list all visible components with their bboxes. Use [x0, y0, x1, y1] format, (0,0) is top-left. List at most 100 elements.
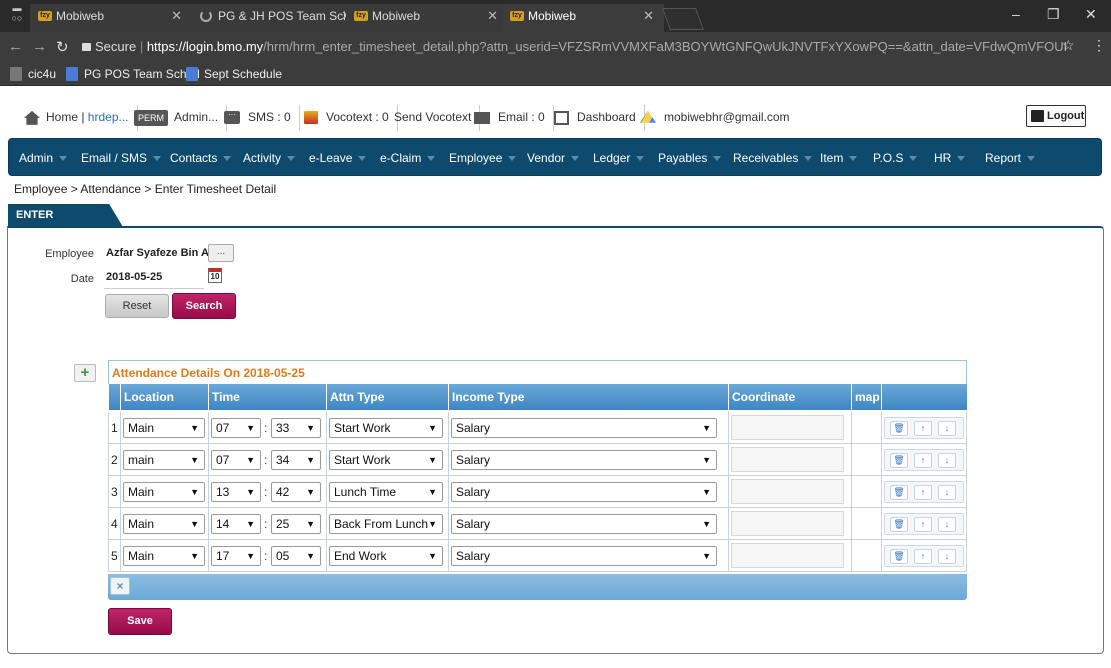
sms-link[interactable]: ··· SMS : 0 — [224, 100, 300, 134]
vocotext-link[interactable]: Vocotext : 0 — [304, 100, 398, 134]
save-button[interactable]: Save — [108, 608, 172, 635]
location-select[interactable]: Main ▼ — [123, 514, 205, 534]
nav-hr[interactable]: HR — [934, 139, 966, 177]
back-icon[interactable]: ← — [8, 38, 23, 55]
coordinate-field[interactable] — [731, 543, 844, 568]
move-down-icon[interactable]: ↓ — [938, 549, 956, 564]
close-icon[interactable]: ✕ — [487, 4, 498, 28]
nav-vendor[interactable]: Vendor — [527, 139, 580, 177]
nav-contacts[interactable]: Contacts — [170, 139, 232, 177]
calendar-icon[interactable]: 10 — [208, 268, 222, 283]
browser-menu-icon[interactable]: ⋮ — [1092, 37, 1106, 54]
browser-tab-1[interactable]: fzy Mobiweb ✕ — [30, 4, 192, 32]
nav-ledger[interactable]: Ledger — [593, 139, 645, 177]
minute-select[interactable]: 05 ▼ — [271, 546, 321, 566]
nav-payables[interactable]: Payables — [658, 139, 722, 177]
attn-type-select[interactable]: Start Work ▼ — [329, 450, 443, 470]
coordinate-field[interactable] — [731, 511, 844, 536]
hour-select[interactable]: 17 ▼ — [211, 546, 261, 566]
browser-tab-3[interactable]: fzy Mobiweb ✕ — [346, 4, 508, 32]
url-input[interactable]: Secure | https://login.bmo.my/hrm/hrm_en… — [82, 36, 1066, 58]
nav-pos[interactable]: P.O.S — [873, 139, 918, 177]
browser-tab-4[interactable]: fzy Mobiweb ✕ — [502, 4, 664, 32]
coordinate-field[interactable] — [731, 479, 844, 504]
move-down-icon[interactable]: ↓ — [938, 453, 956, 468]
move-down-icon[interactable]: ↓ — [938, 517, 956, 532]
move-up-icon[interactable]: ↑ — [914, 485, 932, 500]
restore-icon[interactable]: ❐ — [1047, 6, 1060, 23]
delete-icon[interactable]: 🗑 — [890, 517, 908, 532]
bookmark-pg-pos-team-sched[interactable]: PG POS Team Sched — [66, 66, 200, 82]
minute-select[interactable]: 42 ▼ — [271, 482, 321, 502]
column-header-actions — [881, 384, 967, 410]
location-select[interactable]: main ▼ — [123, 450, 205, 470]
add-row-button[interactable]: + — [74, 364, 96, 382]
move-down-icon[interactable]: ↓ — [938, 421, 956, 436]
move-down-icon[interactable]: ↓ — [938, 485, 956, 500]
move-up-icon[interactable]: ↑ — [914, 421, 932, 436]
coordinate-field[interactable] — [731, 415, 844, 440]
move-up-icon[interactable]: ↑ — [914, 517, 932, 532]
nav-report[interactable]: Report — [985, 139, 1036, 177]
nav-activity[interactable]: Activity — [243, 139, 296, 177]
delete-icon[interactable]: 🗑 — [890, 421, 908, 436]
hour-select[interactable]: 14 ▼ — [211, 514, 261, 534]
nav-e-leave[interactable]: e-Leave — [309, 139, 367, 177]
google-drive-account[interactable]: mobiwebhr@gmail.com — [640, 100, 790, 134]
reload-icon[interactable]: ↻ — [56, 38, 69, 56]
delete-icon[interactable]: 🗑 — [890, 485, 908, 500]
send-vocotext-link[interactable]: Send Vocotext — [394, 100, 481, 134]
current-user-link[interactable]: hrdep... — [88, 110, 129, 124]
coordinate-field[interactable] — [731, 447, 844, 472]
hour-select[interactable]: 13 ▼ — [211, 482, 261, 502]
nav-receivables[interactable]: Receivables — [733, 139, 813, 177]
delete-icon[interactable]: 🗑 — [890, 549, 908, 564]
bookmark-star-icon[interactable]: ☆ — [1062, 37, 1075, 54]
email-icon — [474, 111, 490, 124]
nav-admin[interactable]: Admin — [19, 139, 68, 177]
home-link[interactable]: Home | hrdep... — [24, 100, 138, 134]
date-input[interactable]: 2018-05-25 — [106, 271, 162, 283]
minute-select[interactable]: 33 ▼ — [271, 418, 321, 438]
window-close-icon[interactable]: ✕ — [1085, 6, 1097, 23]
income-type-select[interactable]: Salary ▼ — [451, 546, 717, 566]
nav-employee[interactable]: Employee — [449, 139, 517, 177]
close-icon[interactable]: ✕ — [171, 4, 182, 28]
minute-select[interactable]: 25 ▼ — [271, 514, 321, 534]
minute-select[interactable]: 34 ▼ — [271, 450, 321, 470]
bookmark-cic4u[interactable]: cic4u — [10, 66, 56, 82]
browser-tab-2[interactable]: PG & JH POS Team Sche ✕ — [192, 4, 362, 32]
admin-link[interactable]: PERM Admin... — [134, 100, 228, 134]
clear-rows-button[interactable]: × — [110, 577, 130, 595]
delete-icon[interactable]: 🗑 — [890, 453, 908, 468]
hour-select[interactable]: 07 ▼ — [211, 418, 261, 438]
reset-button[interactable]: Reset — [105, 294, 169, 318]
attn-type-select[interactable]: End Work ▼ — [329, 546, 443, 566]
nav-email-sms[interactable]: Email / SMS — [81, 139, 162, 177]
attn-type-select[interactable]: Lunch Time ▼ — [329, 482, 443, 502]
income-type-select[interactable]: Salary ▼ — [451, 450, 717, 470]
income-type-select[interactable]: Salary ▼ — [451, 418, 717, 438]
income-type-select[interactable]: Salary ▼ — [451, 514, 717, 534]
employee-browse-button[interactable]: ... — [208, 244, 234, 262]
email-link[interactable]: Email : 0 — [474, 100, 554, 134]
nav-e-claim[interactable]: e-Claim — [380, 139, 436, 177]
bookmark-sept-schedule[interactable]: Sept Schedule — [186, 66, 282, 82]
close-icon[interactable]: ✕ — [643, 4, 654, 28]
logout-button[interactable]: Logout — [1026, 105, 1086, 127]
income-type-select[interactable]: Salary ▼ — [451, 482, 717, 502]
move-up-icon[interactable]: ↑ — [914, 453, 932, 468]
minimize-icon[interactable]: – — [1012, 6, 1020, 22]
hour-select[interactable]: 07 ▼ — [211, 450, 261, 470]
dashboard-link[interactable]: Dashboard — [554, 100, 645, 134]
search-button[interactable]: Search — [172, 293, 236, 319]
forward-icon[interactable]: → — [32, 38, 47, 55]
new-tab-button[interactable] — [661, 8, 705, 30]
nav-item[interactable]: Item — [820, 139, 858, 177]
attn-type-select[interactable]: Back From Lunch ▼ — [329, 514, 443, 534]
location-select[interactable]: Main ▼ — [123, 418, 205, 438]
move-up-icon[interactable]: ↑ — [914, 549, 932, 564]
attn-type-select[interactable]: Start Work ▼ — [329, 418, 443, 438]
location-select[interactable]: Main ▼ — [123, 482, 205, 502]
location-select[interactable]: Main ▼ — [123, 546, 205, 566]
